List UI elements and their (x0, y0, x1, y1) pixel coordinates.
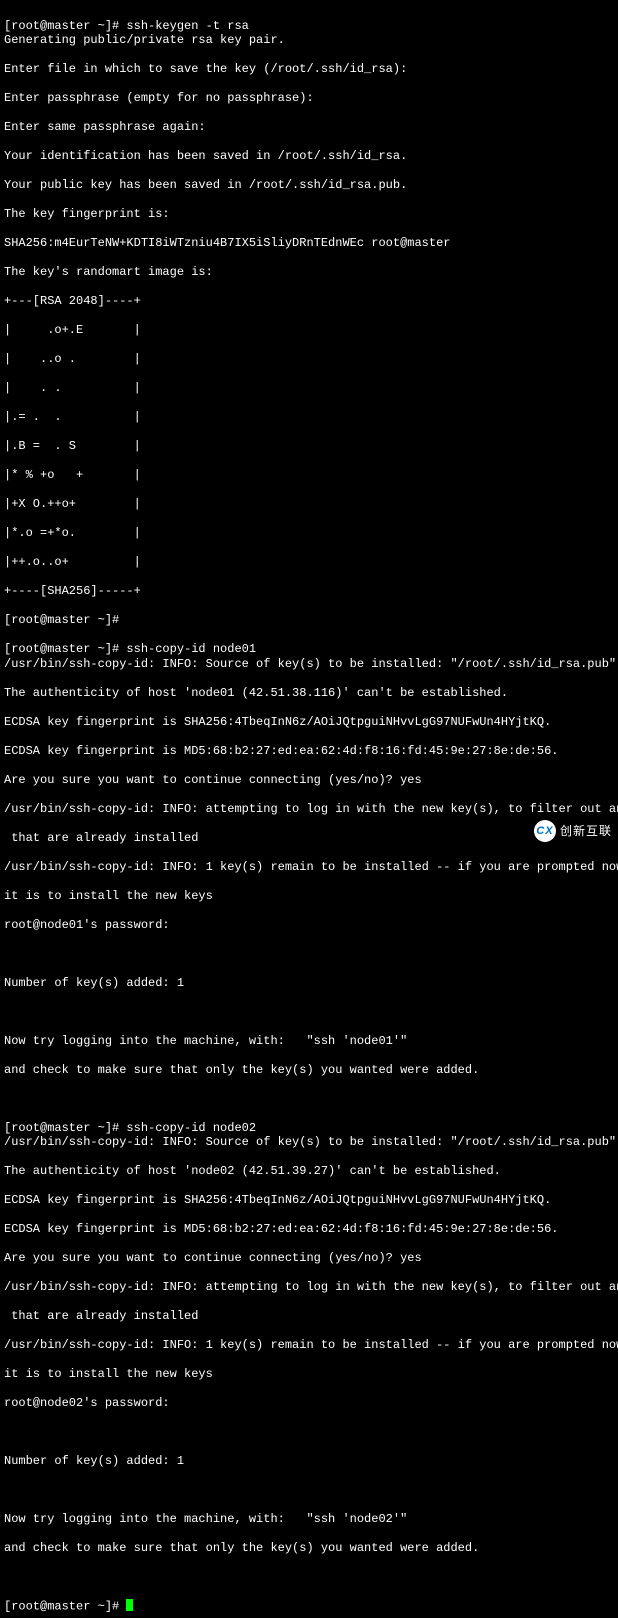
output-line: /usr/bin/ssh-copy-id: INFO: attempting t… (4, 802, 614, 817)
terminal[interactable]: [root@master ~]# ssh-keygen -t rsa Gener… (0, 0, 618, 1618)
output-line: ECDSA key fingerprint is SHA256:4TbeqInN… (4, 715, 614, 730)
randomart-line: | . . | (4, 381, 614, 396)
randomart-line: |+X O.++o+ | (4, 497, 614, 512)
output-line: Are you sure you want to continue connec… (4, 1251, 614, 1266)
output-line: /usr/bin/ssh-copy-id: INFO: Source of ke… (4, 657, 614, 672)
output-line: /usr/bin/ssh-copy-id: INFO: attempting t… (4, 1280, 614, 1295)
output-line: /usr/bin/ssh-copy-id: INFO: 1 key(s) rem… (4, 860, 614, 875)
output-line: root@node01's password: (4, 918, 614, 933)
shell-prompt: [root@master ~]# (4, 642, 126, 656)
watermark: CX 创新互联 (534, 820, 612, 842)
output-line: Now try logging into the machine, with: … (4, 1034, 614, 1049)
output-line: The authenticity of host 'node02 (42.51.… (4, 1164, 614, 1179)
randomart-line: |*.o =+*o. | (4, 526, 614, 541)
output-line: The key fingerprint is: (4, 207, 614, 222)
randomart-line: | ..o . | (4, 352, 614, 367)
cursor (126, 1599, 133, 1611)
output-line: Your public key has been saved in /root/… (4, 178, 614, 193)
blank-line (4, 1005, 614, 1020)
watermark-logo-icon: CX (534, 820, 556, 842)
randomart-line: |++.o..o+ | (4, 555, 614, 570)
output-line: it is to install the new keys (4, 1367, 614, 1382)
randomart-line: |.= . . | (4, 410, 614, 425)
prompt-text: [root@master ~]# (4, 642, 126, 656)
prompt-text: [root@master ~]# (4, 1121, 126, 1135)
output-line: root@node02's password: (4, 1396, 614, 1411)
randomart-line: +---[RSA 2048]----+ (4, 294, 614, 309)
randomart-line: |* % +o + | (4, 468, 614, 483)
output-line: Enter passphrase (empty for no passphras… (4, 91, 614, 106)
blank-line (4, 947, 614, 962)
blank-line (4, 1425, 614, 1440)
prompt-text: [root@master ~]# (4, 1600, 126, 1614)
shell-prompt: [root@master ~]# (4, 613, 614, 628)
shell-prompt: [root@master ~]# (4, 19, 126, 33)
shell-prompt[interactable]: [root@master ~]# (4, 1600, 126, 1614)
output-line: Number of key(s) added: 1 (4, 1454, 614, 1469)
watermark-text: 创新互联 (560, 824, 612, 839)
output-line: ECDSA key fingerprint is SHA256:4TbeqInN… (4, 1193, 614, 1208)
output-line: that are already installed (4, 1309, 614, 1324)
output-line: ECDSA key fingerprint is MD5:68:b2:27:ed… (4, 1222, 614, 1237)
output-line: The authenticity of host 'node01 (42.51.… (4, 686, 614, 701)
output-line: /usr/bin/ssh-copy-id: INFO: 1 key(s) rem… (4, 1338, 614, 1353)
output-line: Generating public/private rsa key pair. (4, 33, 614, 48)
output-line: Now try logging into the machine, with: … (4, 1512, 614, 1527)
blank-line (4, 1570, 614, 1585)
output-line: and check to make sure that only the key… (4, 1063, 614, 1078)
output-line: that are already installed (4, 831, 614, 846)
output-line: Enter file in which to save the key (/ro… (4, 62, 614, 77)
randomart-line: |.B = . S | (4, 439, 614, 454)
shell-prompt: [root@master ~]# (4, 1121, 126, 1135)
output-line: Are you sure you want to continue connec… (4, 773, 614, 788)
output-line: Number of key(s) added: 1 (4, 976, 614, 991)
command-text: ssh-copy-id node02 (126, 1121, 256, 1135)
output-line: Your identification has been saved in /r… (4, 149, 614, 164)
output-line: /usr/bin/ssh-copy-id: INFO: Source of ke… (4, 1135, 614, 1150)
command-text: ssh-keygen -t rsa (126, 19, 248, 33)
blank-line (4, 1483, 614, 1498)
output-line: The key's randomart image is: (4, 265, 614, 280)
command-text: ssh-copy-id node01 (126, 642, 256, 656)
output-line: Enter same passphrase again: (4, 120, 614, 135)
output-line: SHA256:m4EurTeNW+KDTI8iWTzniu4B7IX5iSliy… (4, 236, 614, 251)
randomart-line: | .o+.E | (4, 323, 614, 338)
output-line: and check to make sure that only the key… (4, 1541, 614, 1556)
output-line: it is to install the new keys (4, 889, 614, 904)
prompt-text: [root@master ~]# (4, 19, 126, 33)
randomart-line: +----[SHA256]-----+ (4, 584, 614, 599)
blank-line (4, 1092, 614, 1107)
output-line: ECDSA key fingerprint is MD5:68:b2:27:ed… (4, 744, 614, 759)
